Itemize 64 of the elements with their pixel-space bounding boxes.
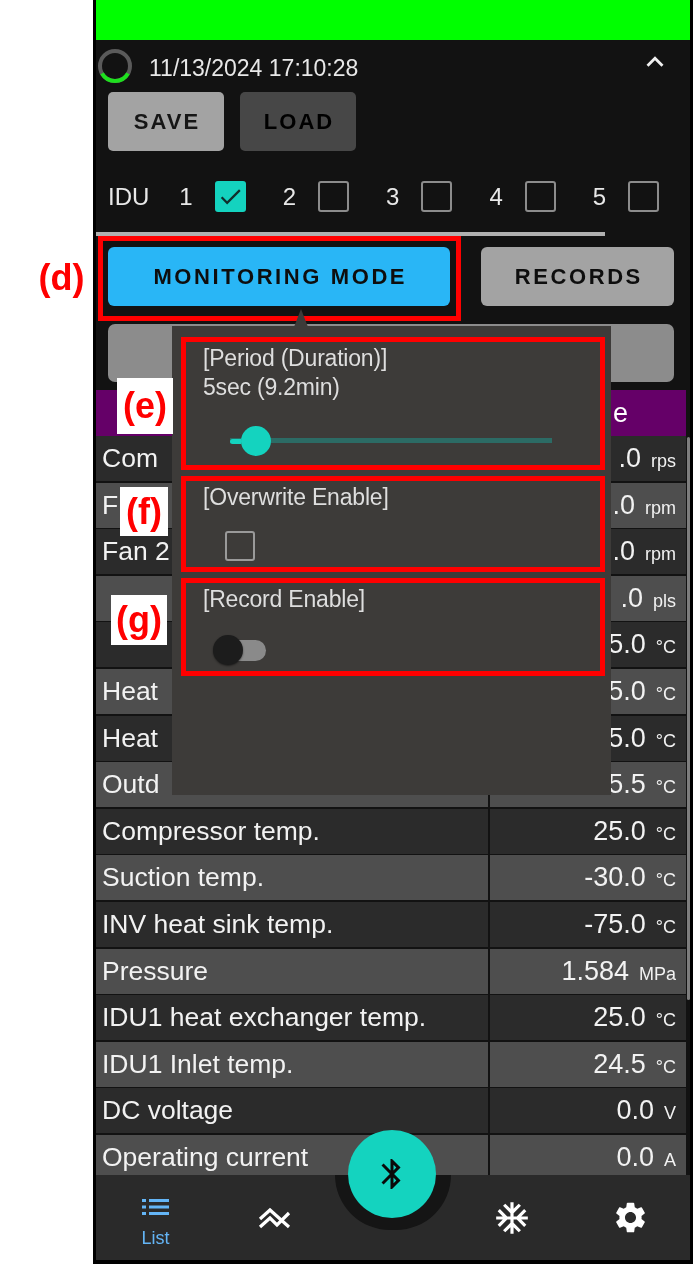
idu-label: IDU <box>108 182 150 211</box>
parameter-cell: Compressor temp. <box>96 808 488 854</box>
unit-label: °C <box>655 777 676 799</box>
reading-value: .0 <box>612 488 635 521</box>
annotation-label: (f) <box>120 487 168 536</box>
reading-value: -30.0 <box>584 861 646 894</box>
slider-thumb[interactable] <box>240 426 271 456</box>
unit-label: rpm <box>645 544 676 566</box>
checkbox[interactable] <box>214 181 246 212</box>
parameter-cell: Pressure <box>96 948 488 994</box>
file-button[interactable]: SAVE <box>108 92 224 151</box>
reading-value: .0 <box>618 442 641 474</box>
reading-value: -75.0 <box>584 907 646 940</box>
unit-label: rps <box>651 451 676 472</box>
reading-value: 0.0 <box>616 1140 654 1173</box>
checkbox[interactable] <box>421 181 453 212</box>
overwrite-label: [Overwrite Enable] <box>203 483 389 512</box>
unit-label: °C <box>655 1010 676 1032</box>
reading-value: 0.0 <box>616 1094 654 1127</box>
checkbox[interactable] <box>318 181 350 212</box>
checkbox[interactable] <box>524 181 556 212</box>
idu-number: 1 <box>179 182 193 211</box>
unit-label: °C <box>655 637 676 659</box>
unit-label: MPa <box>639 963 676 985</box>
unit-label: rpm <box>645 497 676 519</box>
record-label: [Record Enable] <box>203 585 365 614</box>
reading-value: .0 <box>620 581 643 614</box>
idu-number: 4 <box>489 182 503 211</box>
idu-number: 2 <box>282 182 297 211</box>
period-value: 5sec (9.2min) <box>203 373 340 402</box>
reading-value: .0 <box>612 535 635 568</box>
parameter-cell: IDU1 Inlet temp. <box>96 1041 488 1087</box>
idu-number: 5 <box>592 182 607 211</box>
period-label: [Period (Duration)] <box>203 344 388 373</box>
line-chart-icon <box>257 1206 291 1229</box>
column-header: e <box>612 397 630 429</box>
unit-label: V <box>664 1103 676 1125</box>
checkbox[interactable] <box>628 181 660 212</box>
progress-ring-icon <box>97 48 133 84</box>
unit-label: °C <box>655 870 676 892</box>
unit-label: °C <box>655 730 676 752</box>
toggle-switch[interactable] <box>213 635 266 665</box>
reading-value: 24.5 <box>593 1047 646 1080</box>
annotation-label: (g) <box>111 595 167 645</box>
reading-value: 25.0 <box>593 814 646 847</box>
parameter-cell: DC voltage <box>96 1088 488 1134</box>
checkbox[interactable] <box>225 531 255 561</box>
unit-label: °C <box>655 1056 676 1078</box>
parameter-cell: INV heat sink temp. <box>96 901 488 947</box>
reading-value: 1.584 <box>561 954 629 987</box>
list-icon <box>141 1199 169 1215</box>
parameter-cell: IDU1 heat exchanger temp. <box>96 995 488 1041</box>
unit-label: °C <box>655 683 676 705</box>
unit-label: A <box>664 1149 676 1171</box>
unit-label: °C <box>655 823 676 845</box>
mode-button[interactable]: MONITORING MODE <box>108 247 450 306</box>
idu-number: 3 <box>386 182 400 211</box>
annotation-label: (e) <box>117 378 173 434</box>
parameter-cell: Suction temp. <box>96 855 488 901</box>
unit-label: °C <box>655 916 676 938</box>
timestamp: 11/13/2024 17:10:28 <box>149 55 359 82</box>
unit-label: pls <box>653 590 676 612</box>
mode-button[interactable]: RECORDS <box>481 247 674 306</box>
reading-value: 25.0 <box>593 1001 646 1034</box>
